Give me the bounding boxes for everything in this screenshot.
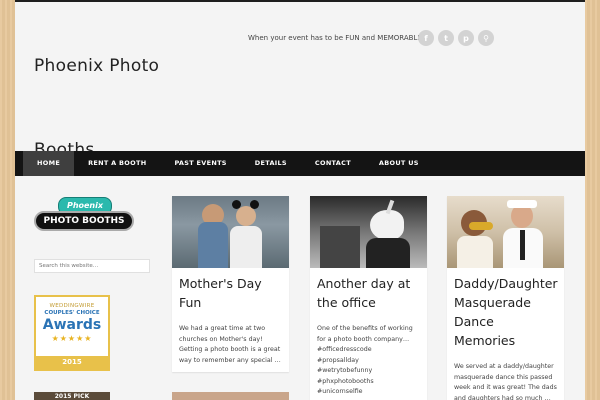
post-excerpt: We had a great time at two churches on M…: [179, 325, 281, 364]
sidebar-logo[interactable]: Phoenix PHOTO BOOTHS: [34, 197, 134, 234]
hashtag: #propsallday: [317, 356, 359, 364]
pick-badge[interactable]: 2015 PICK: [34, 392, 110, 400]
post-title[interactable]: Another day at the office: [310, 268, 427, 312]
page-container: Phoenix Photo Booths When your event has…: [15, 0, 585, 400]
top-bar: [15, 0, 585, 2]
nav-item-details[interactable]: DETAILS: [241, 151, 301, 176]
person-head-shape: [236, 206, 256, 226]
award-brand: WEDDINGWIRE: [49, 303, 95, 309]
hashtag: #officedresscode: [317, 346, 372, 353]
person-body-shape: [366, 238, 410, 268]
nav-item-about-us[interactable]: ABOUT US: [365, 151, 433, 176]
mouse-ears-shape: [250, 200, 259, 209]
post-excerpt: One of the benefits of working for a pho…: [310, 312, 427, 400]
tie-shape: [520, 230, 525, 260]
logo-photo-booths-text: PHOTO BOOTHS: [34, 211, 134, 231]
hashtag: #phxphotobooths: [317, 377, 374, 385]
post-card-partial[interactable]: [172, 392, 289, 400]
hashtag: #wetrytobefunny: [317, 367, 373, 374]
unicorn-mask-shape: [370, 210, 404, 240]
search-input[interactable]: [34, 259, 150, 273]
award-subtitle: COUPLES' CHOICE: [44, 310, 100, 316]
facebook-icon[interactable]: f: [418, 30, 434, 46]
search-icon[interactable]: ⚲: [478, 30, 494, 46]
twitter-icon[interactable]: t: [438, 30, 454, 46]
post-excerpt-text: One of the benefits of working for a pho…: [317, 325, 413, 343]
award-title: Awards: [42, 317, 102, 333]
site-title-line2: Booths: [34, 140, 95, 160]
hat-shape: [507, 200, 537, 208]
person-body-shape: [198, 222, 228, 268]
main-nav: HOME RENT A BOOTH PAST EVENTS DETAILS CO…: [15, 151, 585, 176]
post-card[interactable]: Another day at the office One of the ben…: [310, 196, 427, 400]
social-icons: f t p ⚲: [418, 30, 494, 46]
pinterest-icon[interactable]: p: [458, 30, 474, 46]
desk-shape: [320, 226, 360, 268]
site-tagline: When your event has to be FUN and MEMORA…: [248, 34, 422, 42]
nav-item-past-events[interactable]: PAST EVENTS: [160, 151, 240, 176]
site-title-line1: Phoenix Photo: [34, 56, 160, 76]
masquerade-mask-shape: [469, 222, 493, 230]
post-thumbnail[interactable]: [447, 196, 564, 268]
person-body-shape: [457, 236, 493, 268]
person-body-shape: [230, 226, 262, 268]
nav-item-home[interactable]: HOME: [23, 151, 75, 176]
hashtag: #unicornselfie: [317, 388, 363, 395]
post-card[interactable]: Mother's Day Fun We had a great time at …: [172, 196, 289, 372]
nav-item-rent-a-booth[interactable]: RENT A BOOTH: [74, 151, 160, 176]
weddingwire-award-badge[interactable]: WEDDINGWIRE COUPLES' CHOICE Awards ★★★★★…: [34, 295, 110, 371]
post-thumbnail[interactable]: [310, 196, 427, 268]
post-title[interactable]: Mother's Day Fun: [172, 268, 289, 312]
post-title[interactable]: Daddy/Daughter Masquerade Dance Memories: [447, 268, 564, 350]
nav-item-contact[interactable]: CONTACT: [301, 151, 365, 176]
award-stars: ★★★★★: [51, 334, 93, 343]
post-excerpt: We served at a daddy/daughter masquerade…: [454, 363, 557, 400]
post-thumbnail[interactable]: [172, 196, 289, 268]
award-year: 2015: [36, 356, 108, 369]
mouse-ears-shape: [232, 200, 241, 209]
post-card[interactable]: Daddy/Daughter Masquerade Dance Memories…: [447, 196, 564, 400]
